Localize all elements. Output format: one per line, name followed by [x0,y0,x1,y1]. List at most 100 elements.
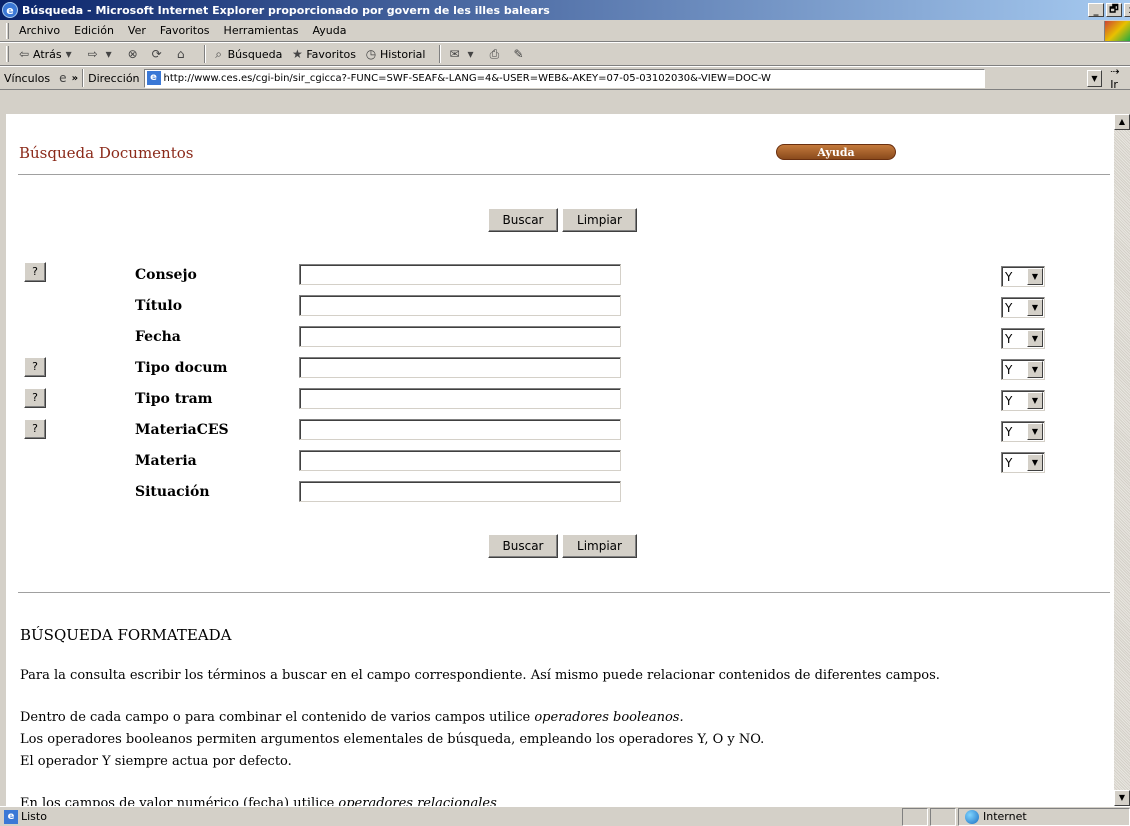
refresh-button[interactable]: ⟳ [150,47,166,61]
forward-dropdown-icon[interactable]: ▾ [102,47,116,61]
menu-archivo[interactable]: Archivo [19,24,60,37]
label-tipo-docum: Tipo docum [135,360,228,376]
materiaces-operator-select[interactable]: Y ▼ [1001,421,1045,442]
back-button[interactable]: ⇦ Atrás ▾ [17,47,78,61]
help-tipo-tram-button[interactable]: ? [24,388,46,408]
mail-dropdown-icon[interactable]: ▾ [463,47,477,61]
history-icon: ◷ [365,47,377,61]
window-title-bar[interactable]: e Búsqueda - Microsoft Internet Explorer… [0,0,1130,20]
titulo-operator-select[interactable]: Y ▼ [1001,297,1045,318]
address-input[interactable]: e http://www.ces.es/cgi-bin/sir_cgicca?-… [143,68,985,88]
fecha-operator-value: Y [1005,331,1013,346]
search-button-top[interactable]: Buscar [488,208,558,232]
clear-button-top[interactable]: Limpiar [562,208,637,232]
consejo-operator-select[interactable]: Y ▼ [1001,266,1045,287]
page-icon: e [4,809,18,824]
search-button[interactable]: ⌕ Búsqueda [212,47,283,61]
scroll-down-icon[interactable]: ▼ [1114,790,1130,806]
page-icon: e [146,71,161,85]
page-content: Búsqueda Documentos Ayuda Buscar Limpiar… [6,114,1114,806]
tipo-tram-operator-select[interactable]: Y ▼ [1001,390,1045,411]
consejo-input[interactable] [299,264,621,285]
paragraph-3: Los operadores booleanos permiten argume… [20,732,765,747]
help-consejo-button[interactable]: ? [24,262,46,282]
zone-indicator: Internet [958,807,1130,826]
help-materiaces-button[interactable]: ? [24,419,46,439]
menu-ver[interactable]: Ver [128,24,146,37]
mail-icon: ✉ [449,47,460,61]
chevron-down-icon: ▼ [1027,361,1043,378]
tipo-docum-input[interactable] [299,357,621,378]
address-dropdown-icon[interactable]: ▼ [1086,69,1103,87]
clear-button-bottom[interactable]: Limpiar [562,534,637,558]
menu-favoritos[interactable]: Favoritos [160,24,210,37]
vertical-scrollbar[interactable]: ▲ ▼ [1114,114,1130,806]
search-label: Búsqueda [227,47,283,61]
address-separator [82,69,85,87]
paragraph-5-emphasis: operadores relacionales [338,796,497,806]
status-bar: e Listo Internet [0,806,1130,826]
menu-herramientas[interactable]: Herramientas [224,24,299,37]
go-button[interactable]: ⇢ Ir [1110,65,1130,91]
address-label: Dirección [88,71,140,85]
paragraph-2: Dentro de cada campo o para combinar el … [20,710,684,725]
tipo-docum-operator-select[interactable]: Y ▼ [1001,359,1045,380]
materia-operator-select[interactable]: Y ▼ [1001,452,1045,473]
help-button[interactable]: Ayuda [776,144,896,160]
tipo-tram-input[interactable] [299,388,621,409]
address-bar: Vínculos e » Dirección e http://www.ces.… [0,65,1130,91]
edit-button[interactable]: ✎ [511,47,527,61]
materia-input[interactable] [299,450,621,471]
situacion-input[interactable] [299,481,621,502]
links-label[interactable]: Vínculos [4,72,50,85]
paragraph-2-text: Dentro de cada campo o para combinar el … [20,710,535,725]
label-materiaces: MateriaCES [135,422,229,438]
restore-button[interactable]: 🗗 [1106,3,1122,17]
windows-logo-icon [1104,21,1130,41]
paragraph-5: En los campos de valor numérico (fecha) … [20,796,497,806]
home-button[interactable]: ⌂ [174,47,190,61]
favorites-button[interactable]: ★ Favoritos [290,47,356,61]
label-fecha: Fecha [135,329,181,345]
stop-icon: ⊗ [127,47,138,61]
history-button[interactable]: ◷ Historial [364,47,426,61]
refresh-icon: ⟳ [151,47,162,61]
label-tipo-tram: Tipo tram [135,391,213,407]
links-more-icon[interactable]: » [72,73,78,84]
scroll-up-icon[interactable]: ▲ [1114,114,1130,130]
back-dropdown-icon[interactable]: ▾ [62,47,76,61]
fecha-input[interactable] [299,326,621,347]
back-arrow-icon: ⇦ [18,47,30,61]
paragraph-2-emphasis: operadores booleanos. [534,710,684,725]
tipo-docum-operator-value: Y [1005,362,1013,377]
status-text: Listo [21,810,47,823]
standard-toolbar: ⇦ Atrás ▾ ⇨ ▾ ⊗ ⟳ ⌂ ⌕ Búsqueda ★ Favorit… [0,42,1130,66]
minimize-button[interactable]: _ [1088,3,1104,17]
search-button-bottom[interactable]: Buscar [488,534,558,558]
help-tipo-docum-button[interactable]: ? [24,357,46,377]
history-label: Historial [380,47,426,61]
go-label: Ir [1110,78,1118,91]
go-arrow-icon: ⇢ [1110,65,1120,78]
search-icon: ⌕ [215,47,222,61]
menubar-grip[interactable] [6,22,9,39]
forward-button[interactable]: ⇨ ▾ [86,47,118,61]
print-button[interactable]: ⎙ [487,47,503,61]
label-situacion: Situación [135,484,210,500]
fecha-operator-select[interactable]: Y ▼ [1001,328,1045,349]
divider [18,592,1110,594]
favorites-label: Favoritos [306,47,356,61]
paragraph-1: Para la consulta escribir los términos a… [20,668,940,683]
chevron-down-icon: ▼ [1027,392,1043,409]
page-title: Búsqueda Documentos [19,144,194,162]
window-title: Búsqueda - Microsoft Internet Explorer p… [22,3,550,17]
mail-button[interactable]: ✉ ▾ [447,47,479,61]
menu-ayuda[interactable]: Ayuda [312,24,346,37]
toolbar-grip[interactable] [6,46,9,62]
address-url: http://www.ces.es/cgi-bin/sir_cgicca?-FU… [163,72,771,84]
stop-button[interactable]: ⊗ [126,47,142,61]
close-button[interactable]: x [1124,3,1130,17]
menu-edicion[interactable]: Edición [74,24,114,37]
materiaces-input[interactable] [299,419,621,440]
titulo-input[interactable] [299,295,621,316]
